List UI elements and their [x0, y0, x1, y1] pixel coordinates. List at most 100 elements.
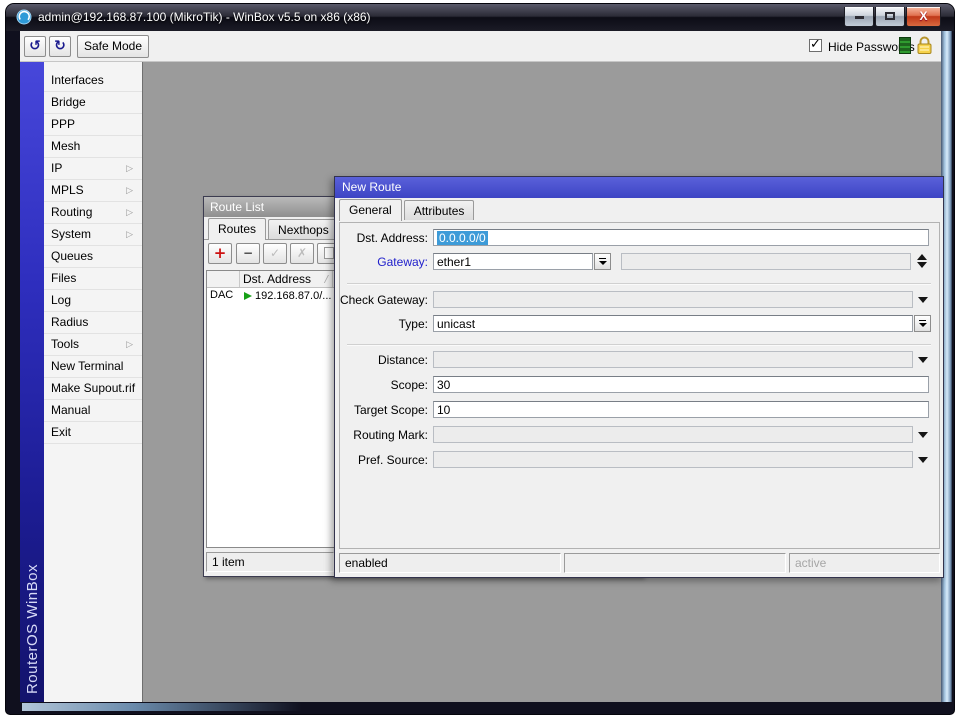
add-route-button[interactable]: + — [208, 243, 232, 264]
dropdown-bar-icon — [919, 320, 926, 321]
add-icon: + — [214, 244, 227, 262]
maximize-button[interactable] — [875, 7, 905, 27]
sidebar-item-log[interactable]: Log — [44, 290, 142, 312]
disable-icon: ✗ — [297, 246, 307, 260]
type-label: Type: — [335, 317, 428, 331]
submenu-arrow-icon: ▷ — [126, 203, 133, 224]
sidebar-item-interfaces[interactable]: Interfaces — [44, 70, 142, 92]
check-gateway-input — [433, 291, 913, 308]
route-flag-icon — [244, 292, 252, 300]
pref-source-input — [433, 451, 913, 468]
hide-passwords-checkbox[interactable]: ✓ — [809, 39, 822, 52]
redo-icon: ↻ — [54, 38, 66, 54]
route-active-status: active — [789, 553, 940, 573]
new-route-titlebar[interactable]: New Route — [335, 177, 943, 198]
connection-quality-icon — [899, 37, 911, 54]
dst-address-selected-text: 0.0.0.0/0 — [437, 231, 488, 245]
dropdown-arrow-icon — [599, 261, 607, 265]
remove-route-button[interactable]: − — [236, 243, 260, 264]
sidebar-item-radius[interactable]: Radius — [44, 312, 142, 334]
window-title: admin@192.168.87.100 (MikroTik) - WinBox… — [38, 10, 371, 24]
type-input[interactable]: unicast — [433, 315, 913, 332]
sidebar-item-queues[interactable]: Queues — [44, 246, 142, 268]
sidebar-item-new-terminal[interactable]: New Terminal — [44, 356, 142, 378]
new-route-dialog: New Route GeneralAttributes Dst. Address… — [334, 176, 944, 578]
type-dropdown-button[interactable] — [914, 315, 931, 332]
route-list-status: 1 item — [206, 552, 334, 572]
flags-column-header[interactable] — [207, 271, 240, 287]
app-toolbar: ↺ ↻ Safe Mode ✓ Hide Passwords — [20, 31, 941, 62]
pref-source-label: Pref. Source: — [335, 453, 428, 467]
gateway-add-remove-spinner[interactable] — [917, 254, 927, 268]
sidebar-item-routing[interactable]: Routing▷ — [44, 202, 142, 224]
routing-mark-label: Routing Mark: — [335, 428, 428, 442]
tab-general[interactable]: General — [339, 199, 402, 221]
check-gateway-expand-arrow-icon[interactable] — [918, 297, 928, 303]
safe-mode-button[interactable]: Safe Mode — [77, 35, 149, 58]
dst-address-label: Dst. Address: — [335, 231, 428, 245]
remove-icon: − — [243, 246, 253, 260]
distance-label: Distance: — [335, 353, 428, 367]
scope-label: Scope: — [335, 378, 428, 392]
submenu-arrow-icon: ▷ — [126, 159, 133, 180]
sidebar-item-bridge[interactable]: Bridge — [44, 92, 142, 114]
sort-icon: / — [325, 272, 328, 288]
sidebar-item-mesh[interactable]: Mesh — [44, 136, 142, 158]
new-route-tabs: GeneralAttributes — [335, 198, 943, 221]
dst-address-input[interactable]: 0.0.0.0/0 — [433, 229, 929, 246]
sidebar-item-tools[interactable]: Tools▷ — [44, 334, 142, 356]
up-arrow-icon — [917, 254, 927, 260]
dropdown-bar-icon — [599, 258, 606, 259]
distance-expand-arrow-icon[interactable] — [918, 357, 928, 363]
sidebar-item-ip[interactable]: IP▷ — [44, 158, 142, 180]
target-scope-input[interactable]: 10 — [433, 401, 929, 418]
pref-source-expand-arrow-icon[interactable] — [918, 457, 928, 463]
sidebar-menu: Interfaces Bridge PPP Mesh IP▷ MPLS▷ Rou… — [44, 62, 143, 702]
brand-vertical-text: RouterOS WinBox — [24, 564, 41, 694]
separator — [347, 344, 931, 346]
close-icon: X — [919, 9, 927, 23]
submenu-arrow-icon: ▷ — [126, 181, 133, 202]
check-gateway-label: Check Gateway: — [335, 293, 428, 307]
window-bottom-glow — [22, 703, 302, 711]
dst-address-column-header[interactable]: Dst. Address/ — [240, 271, 333, 287]
route-middle-status — [564, 553, 786, 573]
route-enabled-status: enabled — [339, 553, 561, 573]
separator — [347, 283, 931, 285]
sidebar-item-make-supout[interactable]: Make Supout.rif — [44, 378, 142, 400]
enable-route-button[interactable]: ✓ — [263, 243, 287, 264]
sidebar-item-system[interactable]: System▷ — [44, 224, 142, 246]
close-button[interactable]: X — [906, 7, 941, 27]
submenu-arrow-icon: ▷ — [126, 335, 133, 356]
gateway-dropdown-button[interactable] — [594, 253, 611, 270]
sidebar-item-mpls[interactable]: MPLS▷ — [44, 180, 142, 202]
sidebar-item-manual[interactable]: Manual — [44, 400, 142, 422]
routing-mark-expand-arrow-icon[interactable] — [918, 432, 928, 438]
secure-connection-lock-icon — [916, 36, 933, 55]
tab-attributes[interactable]: Attributes — [404, 200, 475, 220]
sidebar-item-files[interactable]: Files — [44, 268, 142, 290]
minimize-button[interactable] — [844, 7, 874, 27]
submenu-arrow-icon: ▷ — [126, 225, 133, 246]
comment-icon — [324, 247, 334, 259]
redo-button[interactable]: ↻ — [49, 36, 71, 57]
undo-button[interactable]: ↺ — [24, 36, 46, 57]
undo-icon: ↺ — [29, 38, 41, 54]
tab-nexthops[interactable]: Nexthops — [268, 219, 339, 239]
gateway-secondary-field — [621, 253, 911, 270]
scope-input[interactable]: 30 — [433, 376, 929, 393]
distance-input — [433, 351, 913, 368]
sidebar-item-exit[interactable]: Exit — [44, 422, 142, 444]
gateway-input[interactable]: ether1 — [433, 253, 593, 270]
tab-routes[interactable]: Routes — [208, 218, 266, 240]
brand-strip: RouterOS WinBox — [20, 62, 44, 702]
route-flags: DAC — [207, 288, 240, 304]
gateway-label: Gateway: — [335, 255, 428, 269]
dropdown-arrow-icon — [919, 323, 927, 327]
minimize-icon — [855, 16, 864, 19]
route-dst-address: 192.168.87.0/... — [255, 289, 331, 304]
maximize-icon — [885, 12, 895, 20]
sidebar-item-ppp[interactable]: PPP — [44, 114, 142, 136]
down-arrow-icon — [917, 262, 927, 268]
disable-route-button[interactable]: ✗ — [290, 243, 314, 264]
